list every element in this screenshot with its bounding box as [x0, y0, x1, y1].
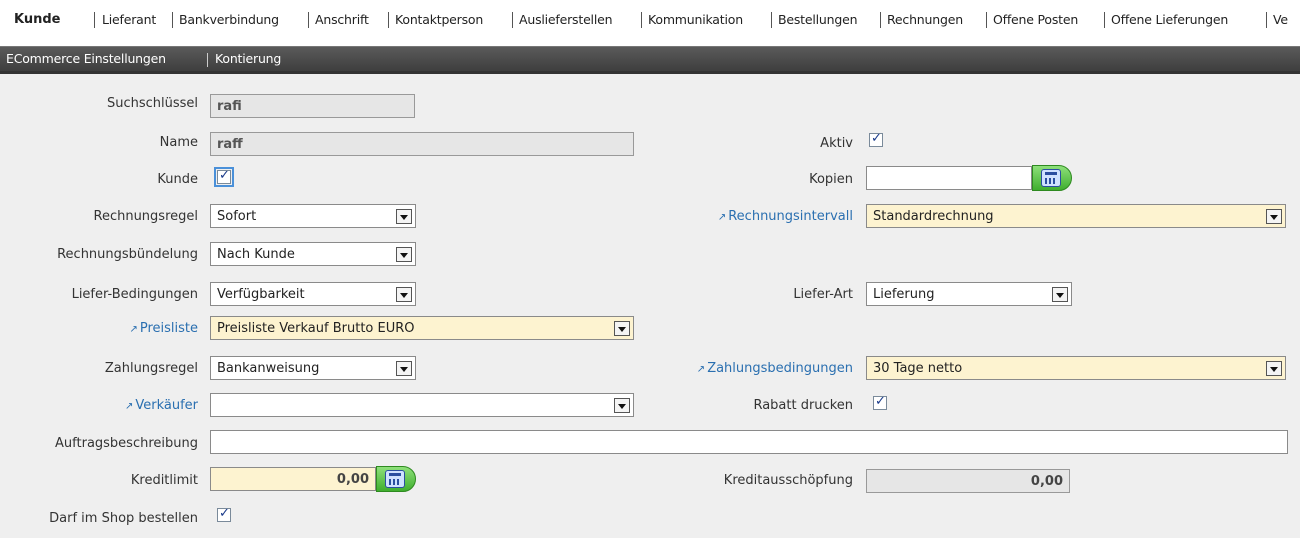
link-arrow-icon: ↗ [124, 401, 134, 412]
liefer-bedingungen-value: Verfügbarkeit [217, 287, 305, 302]
verkaeufer-select[interactable] [210, 393, 634, 417]
rabatt-drucken-label: Rabatt drucken [753, 398, 853, 413]
verkaeufer-label[interactable]: ↗ Verkäufer [0, 398, 198, 413]
kreditausschoepfung-field: 0,00 [866, 469, 1070, 493]
auftragsbeschreibung-label: Auftragsbeschreibung [55, 436, 198, 451]
verkaeufer-label-text: Verkäufer [135, 398, 198, 413]
checkmark-icon: ✓ [875, 394, 886, 409]
kopien-field[interactable] [866, 166, 1032, 190]
preisliste-value: Preisliste Verkauf Brutto EURO [217, 321, 415, 336]
kreditlimit-field[interactable]: 0,00 [210, 467, 376, 491]
tab-separator [771, 12, 772, 28]
zahlungsbedingungen-select[interactable]: 30 Tage netto [866, 356, 1286, 380]
liefer-art-label: Liefer-Art [793, 287, 853, 302]
tab-bankverbindung[interactable]: Bankverbindung [179, 12, 279, 27]
liefer-bedingungen-select[interactable]: Verfügbarkeit [210, 282, 416, 306]
name-field[interactable]: raff [210, 132, 634, 156]
tab-separator [1104, 12, 1105, 28]
liefer-bedingungen-label: Liefer-Bedingungen [71, 287, 198, 302]
chevron-down-icon[interactable] [396, 287, 412, 302]
chevron-down-icon[interactable] [1266, 361, 1282, 376]
rechnungsbuendelung-value: Nach Kunde [217, 247, 295, 262]
liefer-art-value: Lieferung [873, 287, 935, 302]
kreditausschoepfung-label: Kreditausschöpfung [723, 473, 853, 488]
tab-kontierung[interactable]: Kontierung [215, 51, 281, 66]
kreditlimit-label: Kreditlimit [130, 473, 198, 488]
tab-offene-posten[interactable]: Offene Posten [993, 12, 1078, 27]
kopien-calculator-button[interactable] [1032, 165, 1072, 191]
darf-im-shop-bestellen-label: Darf im Shop bestellen [49, 511, 198, 526]
aktiv-label: Aktiv [820, 136, 853, 151]
preisliste-select[interactable]: Preisliste Verkauf Brutto EURO [210, 316, 634, 340]
tab-separator [1266, 12, 1267, 28]
tab-kommunikation[interactable]: Kommunikation [648, 12, 743, 27]
tab-separator [172, 12, 173, 28]
rabatt-drucken-checkbox[interactable]: ✓ [873, 394, 887, 410]
preisliste-label[interactable]: ↗ Preisliste [0, 321, 198, 336]
tab-offene-lieferungen[interactable]: Offene Lieferungen [1111, 12, 1228, 27]
tab-ve[interactable]: Ve [1273, 12, 1288, 27]
kunde-checkbox[interactable]: ✓ [214, 167, 234, 187]
link-arrow-icon: ↗ [129, 324, 138, 335]
tab-auslieferstellen[interactable]: Auslieferstellen [519, 12, 613, 27]
tab-separator [986, 12, 987, 28]
chevron-down-icon[interactable] [614, 321, 630, 336]
rechnungsintervall-value: Standardrechnung [873, 209, 994, 224]
rechnungsregel-value: Sofort [217, 209, 257, 224]
calculator-icon [385, 470, 405, 488]
zahlungsregel-value: Bankanweisung [217, 361, 320, 376]
tab-bestellungen[interactable]: Bestellungen [778, 12, 858, 27]
chevron-down-icon[interactable] [396, 209, 412, 224]
rechnungsbuendelung-select[interactable]: Nach Kunde [210, 242, 416, 266]
tab-separator [207, 53, 208, 67]
chevron-down-icon[interactable] [1052, 287, 1068, 302]
zahlungsregel-select[interactable]: Bankanweisung [210, 356, 416, 380]
liefer-art-select[interactable]: Lieferung [866, 282, 1072, 306]
tab-rechnungen[interactable]: Rechnungen [887, 12, 963, 27]
checkmark-icon: ✓ [219, 168, 230, 183]
chevron-down-icon[interactable] [396, 361, 412, 376]
tab-separator [388, 12, 389, 28]
auftragsbeschreibung-field[interactable] [210, 430, 1288, 454]
rechnungsintervall-label-text: Rechnungsintervall [728, 209, 853, 224]
kunde-label: Kunde [157, 172, 198, 187]
suchschluessel-label: Suchschlüssel [106, 96, 198, 111]
preisliste-label-text: Preisliste [139, 321, 198, 336]
tab-anschrift[interactable]: Anschrift [315, 12, 369, 27]
tab-separator [512, 12, 513, 28]
tab-separator [880, 12, 881, 28]
kopien-label: Kopien [809, 172, 853, 187]
name-label: Name [159, 135, 198, 150]
rechnungsbuendelung-label: Rechnungsbündelung [57, 247, 198, 262]
calculator-icon [1041, 169, 1061, 187]
zahlungsbedingungen-label[interactable]: ↗ Zahlungsbedingungen [620, 361, 853, 376]
checkmark-icon: ✓ [871, 131, 882, 146]
zahlungsbedingungen-value: 30 Tage netto [873, 361, 963, 376]
tab-separator [641, 12, 642, 28]
secondary-tab-bar: ECommerce Einstellungen Kontierung [0, 46, 1300, 74]
tab-kontaktperson[interactable]: Kontaktperson [395, 12, 483, 27]
primary-tab-bar: Kunde Lieferant Bankverbindung Anschrift… [0, 0, 1300, 40]
tab-separator [308, 12, 309, 28]
checkmark-icon: ✓ [219, 506, 230, 521]
suchschluessel-field[interactable]: rafi [210, 94, 415, 118]
zahlungsbedingungen-label-text: Zahlungsbedingungen [707, 361, 853, 376]
darf-im-shop-bestellen-checkbox[interactable]: ✓ [217, 506, 231, 522]
tab-ecommerce-einstellungen[interactable]: ECommerce Einstellungen [6, 51, 166, 66]
chevron-down-icon[interactable] [396, 247, 412, 262]
rechnungsintervall-select[interactable]: Standardrechnung [866, 204, 1286, 228]
aktiv-checkbox[interactable]: ✓ [869, 131, 883, 147]
rechnungsintervall-label[interactable]: ↗ Rechnungsintervall [640, 209, 853, 224]
kreditlimit-calculator-button[interactable] [376, 466, 416, 492]
tab-kunde[interactable]: Kunde [6, 4, 86, 40]
zahlungsregel-label: Zahlungsregel [104, 361, 198, 376]
link-arrow-icon: ↗ [696, 364, 706, 375]
chevron-down-icon[interactable] [1266, 209, 1282, 224]
chevron-down-icon[interactable] [614, 398, 630, 413]
tab-lieferant[interactable]: Lieferant [102, 12, 156, 27]
rechnungsregel-select[interactable]: Sofort [210, 204, 416, 228]
link-arrow-icon: ↗ [717, 212, 727, 223]
rechnungsregel-label: Rechnungsregel [93, 209, 199, 224]
tab-separator [94, 12, 95, 28]
